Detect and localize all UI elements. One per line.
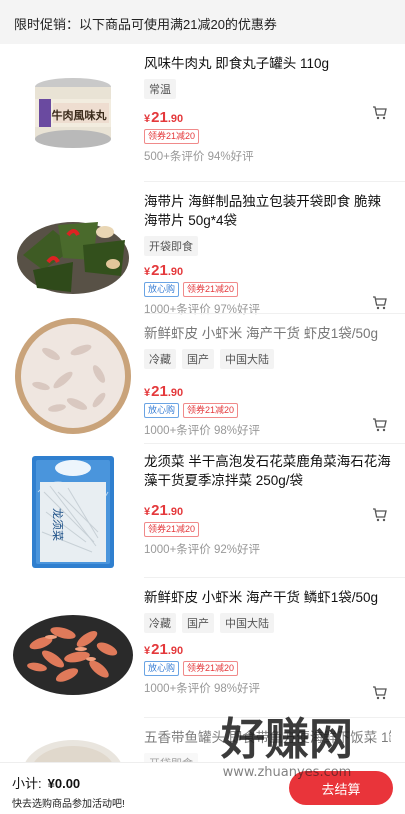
product-item[interactable]: 新鲜虾皮 小虾米 海产干货 鳞虾1袋/50g 冷藏 国产 中国大陆 ¥21.90… [0,578,405,718]
price-decimal: .90 [167,506,184,518]
product-image[interactable] [10,316,136,436]
product-badges: 领券21减20 [144,129,391,144]
product-info: 风味牛肉丸 即食丸子罐头 110g 常温 ¥21.90 领券21减20 500+… [144,54,391,164]
product-info: 龙须菜 半干高泡发石花菜鹿角菜海石花海藻干货夏季凉拌菜 250g/袋 ¥21.9… [144,452,391,557]
product-item[interactable]: 新鲜虾皮 小虾米 海产干货 虾皮1袋/50g 冷藏 国产 中国大陆 ¥21.90… [0,314,405,444]
currency-symbol: ¥ [144,113,151,125]
product-tags: 常温 [144,79,391,99]
product-title[interactable]: 五香带鱼罐头 即食带鱼方便海鲜下饭菜 1罐 [144,728,391,747]
cart-icon [373,686,387,700]
promo-banner: 限时促销：以下商品可使用满21减20的优惠券 [0,0,405,44]
tag: 中国大陆 [220,613,274,633]
product-badges: 放心购 领券21减20 [144,661,391,676]
svg-text:龙须菜: 龙须菜 [51,508,64,541]
price-integer: 21 [151,641,168,658]
coupon-badge[interactable]: 领券21减20 [183,403,239,418]
review-summary: 1000+条评价 98%好评 [144,683,261,695]
add-to-cart-button[interactable] [369,102,391,124]
coupon-badge[interactable]: 领券21减20 [183,282,239,297]
price-integer: 21 [151,109,168,126]
product-info: 海带片 海鲜制品独立包装开袋即食 脆辣海带片 50g*4袋 开袋即食 ¥21.9… [144,192,391,317]
assurance-badge: 放心购 [144,661,180,676]
currency-symbol: ¥ [144,266,151,278]
product-image[interactable]: 牛肉風味丸 [10,52,136,172]
product-title[interactable]: 新鲜虾皮 小虾米 海产干货 虾皮1袋/50g [144,324,391,343]
tag: 中国大陆 [220,349,274,369]
price-integer: 21 [151,262,168,279]
price-integer: 21 [151,502,168,519]
add-to-cart-button[interactable] [369,414,391,436]
cart-icon [373,106,387,120]
product-item[interactable]: 龙须菜 龙须菜 半干高泡发石花菜鹿角菜海石花海藻干货夏季凉拌菜 250g/袋 ¥… [0,444,405,578]
review-summary: 1000+条评价 92%好评 [144,544,261,556]
product-title[interactable]: 风味牛肉丸 即食丸子罐头 110g [144,54,391,73]
currency-symbol: ¥ [144,645,151,657]
review-summary: 1000+条评价 98%好评 [144,425,261,437]
add-to-cart-button[interactable] [369,292,391,314]
product-title[interactable]: 新鲜虾皮 小虾米 海产干货 鳞虾1袋/50g [144,588,391,607]
subtotal-label: 小计: [12,776,42,791]
subtotal: 小计: ¥0.00 [12,773,80,792]
product-image[interactable] [10,190,136,310]
cart-icon [373,508,387,522]
product-badges: 领券21减20 [144,522,391,537]
currency-symbol: ¥ [144,506,151,518]
product-title[interactable]: 龙须菜 半干高泡发石花菜鹿角菜海石花海藻干货夏季凉拌菜 250g/袋 [144,452,391,490]
svg-text:牛肉風味丸: 牛肉風味丸 [52,108,108,122]
review-summary: 500+条评价 94%好评 [144,151,254,163]
product-info: 新鲜虾皮 小虾米 海产干货 鳞虾1袋/50g 冷藏 国产 中国大陆 ¥21.90… [144,588,391,696]
price-decimal: .90 [167,266,184,278]
cart-footer: 小计: ¥0.00 快去选购商品参加活动吧! 去结算 [0,762,405,814]
checkout-button[interactable]: 去结算 [289,771,393,805]
cart-icon [373,296,387,310]
product-price: ¥21.90 [144,383,391,400]
activity-hint: 快去选购商品参加活动吧! [12,799,125,810]
tag: 常温 [144,79,176,99]
tag: 开袋即食 [144,236,198,256]
product-item[interactable]: 牛肉風味丸 风味牛肉丸 即食丸子罐头 110g 常温 ¥21.90 领券21减2… [0,44,405,182]
assurance-badge: 放心购 [144,282,180,297]
product-badges: 放心购 领券21减20 [144,403,391,418]
coupon-badge[interactable]: 领券21减20 [183,661,239,676]
tag: 冷藏 [144,613,176,633]
price-decimal: .90 [167,113,184,125]
price-decimal: .90 [167,645,184,657]
assurance-badge: 放心购 [144,403,180,418]
promo-text: 限时促销：以下商品可使用满21减20的优惠券 [14,17,277,32]
product-list: 牛肉風味丸 风味牛肉丸 即食丸子罐头 110g 常温 ¥21.90 领券21减2… [0,44,405,814]
product-price: ¥21.90 [144,641,391,658]
product-tags: 冷藏 国产 中国大陆 [144,349,391,369]
tag: 冷藏 [144,349,176,369]
add-to-cart-button[interactable] [369,682,391,704]
product-item[interactable]: 海带片 海鲜制品独立包装开袋即食 脆辣海带片 50g*4袋 开袋即食 ¥21.9… [0,182,405,317]
tag: 国产 [182,349,214,369]
product-image[interactable] [10,588,136,708]
add-to-cart-button[interactable] [369,504,391,526]
product-price: ¥21.90 [144,262,391,279]
tag: 国产 [182,613,214,633]
coupon-badge[interactable]: 领券21减20 [144,129,200,144]
price-decimal: .90 [167,387,184,399]
product-title[interactable]: 海带片 海鲜制品独立包装开袋即食 脆辣海带片 50g*4袋 [144,192,391,230]
coupon-badge[interactable]: 领券21减20 [144,522,200,537]
currency-symbol: ¥ [144,387,151,399]
product-tags: 冷藏 国产 中国大陆 [144,613,391,633]
subtotal-amount: ¥0.00 [47,776,81,791]
product-info: 新鲜虾皮 小虾米 海产干货 虾皮1袋/50g 冷藏 国产 中国大陆 ¥21.90… [144,324,391,438]
product-price: ¥21.90 [144,502,391,519]
product-price: ¥21.90 [144,109,391,126]
cart-icon [373,418,387,432]
product-tags: 开袋即食 [144,236,391,256]
product-badges: 放心购 领券21减20 [144,282,391,297]
product-image[interactable]: 龙须菜 [10,452,136,572]
price-integer: 21 [151,383,168,400]
